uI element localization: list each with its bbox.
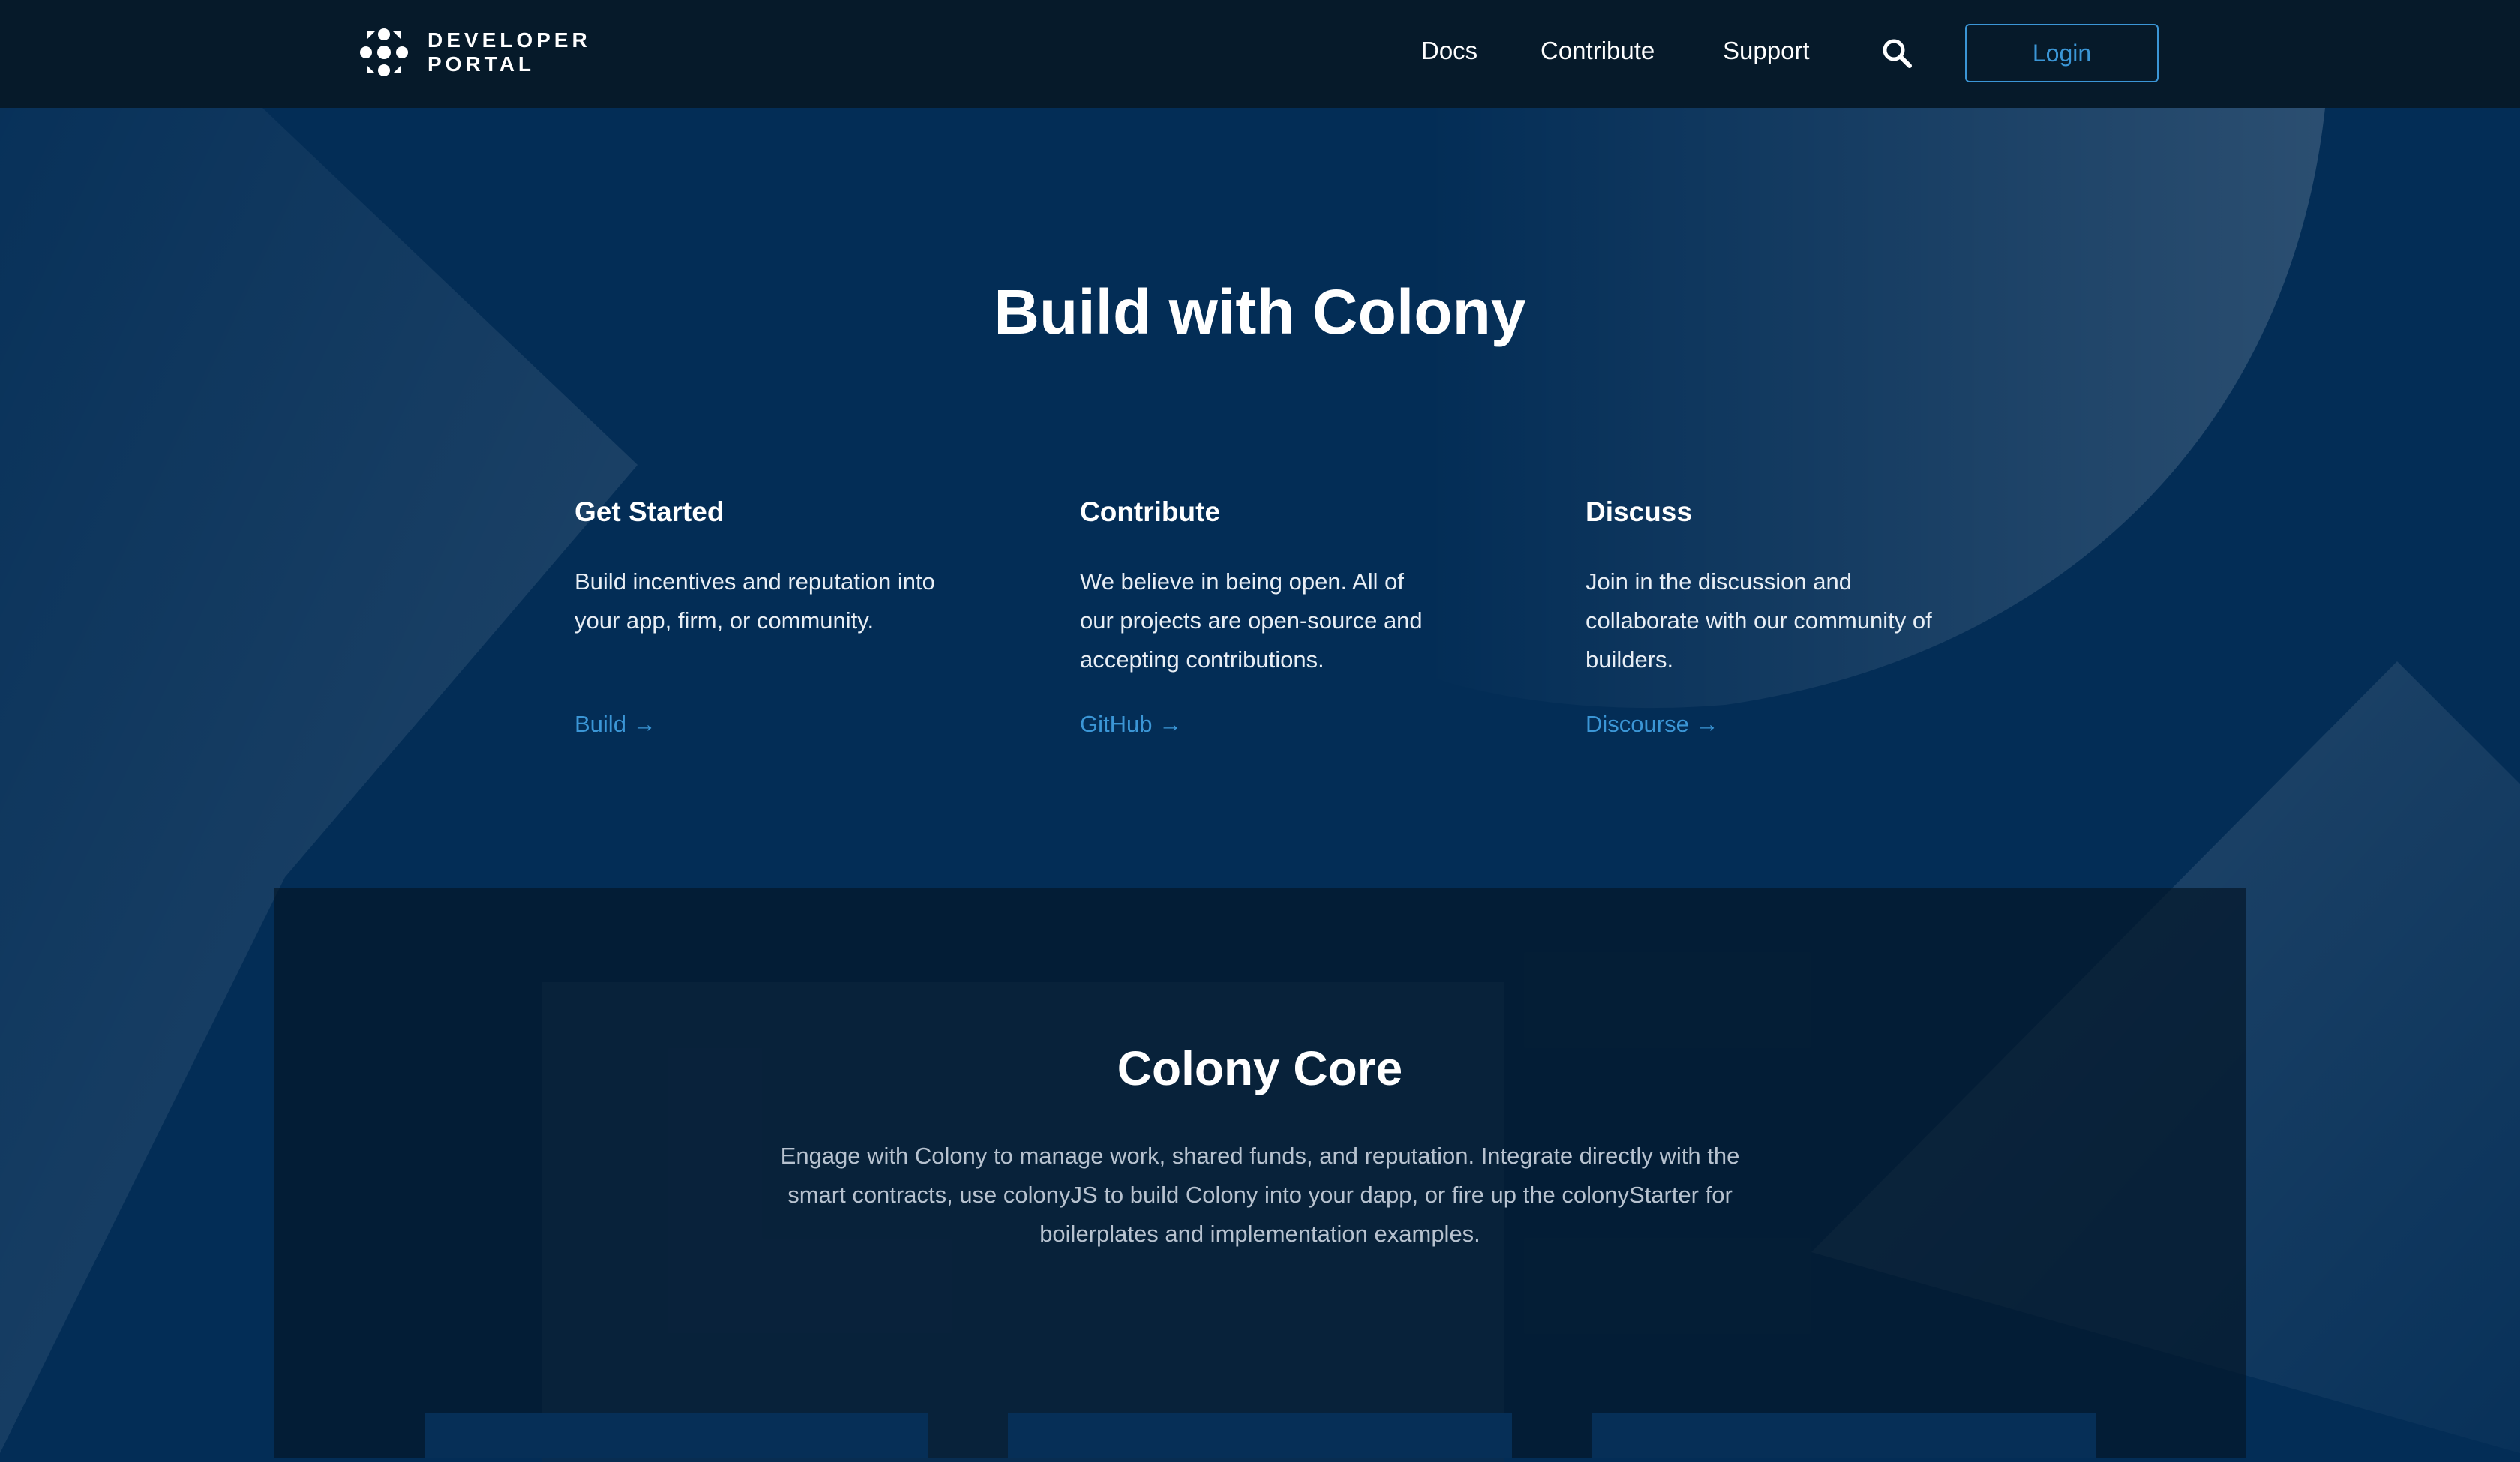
hero-title: Build with Colony [994,277,1526,347]
top-navigation-bar: DEVELOPER PORTAL Docs Contribute Support… [0,0,2520,108]
nav-contribute-link[interactable]: Contribute [1540,37,1654,65]
card-description: We believe in being open. All of our pro… [1080,568,1423,673]
core-tile[interactable] [424,1413,928,1458]
core-tile[interactable] [1592,1413,2096,1458]
card-description: Build incentives and reputation into you… [574,568,935,634]
discourse-link[interactable]: Discourse → [1586,711,1718,738]
colony-core-title: Colony Core [1117,1041,1403,1095]
colony-core-description: Engage with Colony to manage work, share… [780,1143,1740,1247]
search-icon[interactable] [1881,37,1912,69]
nav-docs-link[interactable]: Docs [1421,37,1478,65]
card-title: Discuss [1586,496,1692,527]
nav-support-link[interactable]: Support [1723,37,1810,65]
card-description: Join in the discussion and collaborate w… [1586,568,1932,673]
logo-line-developer: DEVELOPER [428,28,591,52]
build-link[interactable]: Build → [574,711,656,738]
card-title: Get Started [574,496,724,527]
github-link[interactable]: GitHub → [1080,711,1182,738]
card-title: Contribute [1080,496,1221,527]
core-tile[interactable] [1008,1413,1512,1458]
card-discuss: Discuss Join in the discussion and colla… [1586,496,1976,737]
logo-line-portal: PORTAL [428,52,536,76]
colony-logo-icon [360,28,408,76]
logo-wordmark: DEVELOPER PORTAL [428,28,591,76]
login-button[interactable]: Login [1965,24,2158,82]
card-contribute: Contribute We believe in being open. All… [1080,496,1470,737]
card-get-started: Get Started Build incentives and reputat… [574,496,964,737]
developer-portal-logo[interactable]: DEVELOPER PORTAL [358,27,591,78]
